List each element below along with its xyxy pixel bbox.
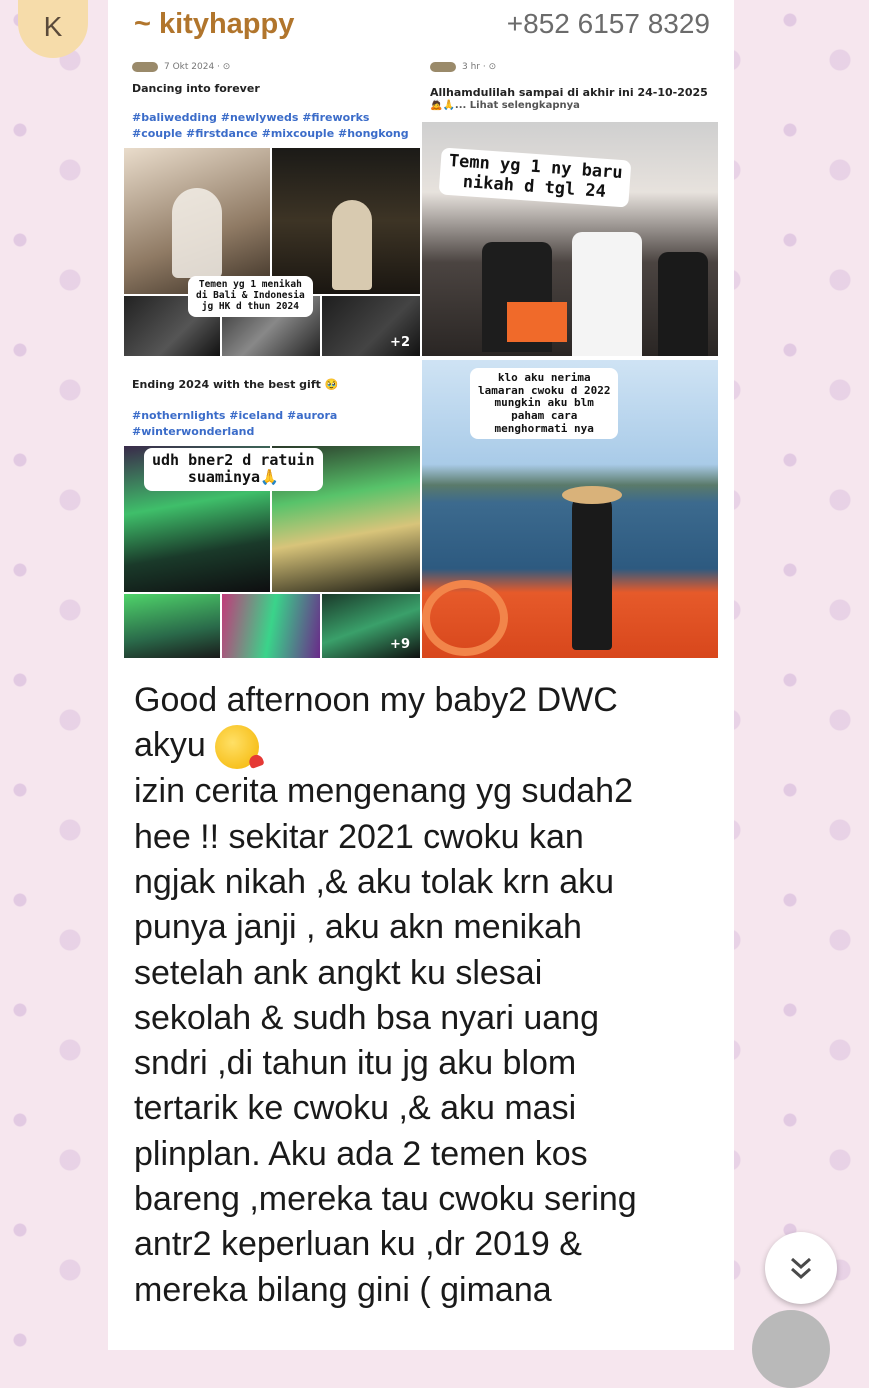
- message-bubble[interactable]: ~ kityhappy +852 6157 8329 7 Okt 2024 · …: [108, 0, 734, 1350]
- bottom-action-button[interactable]: [752, 1310, 830, 1388]
- post-date: 7 Okt 2024 · ⊙: [164, 62, 231, 72]
- double-chevron-down-icon: [791, 1257, 811, 1280]
- message-text: Good afternoon my baby2 DWC akyu izin ce…: [134, 678, 714, 1313]
- post-caption: Ending 2024 with the best gift 🥹: [132, 378, 339, 391]
- post-date: 3 hr · ⊙: [462, 62, 497, 72]
- collage-post-wedding: 7 Okt 2024 · ⊙ Dancing into forever #bal…: [124, 58, 420, 356]
- message-line-2: akyu: [134, 726, 206, 765]
- scroll-to-bottom-button[interactable]: [765, 1232, 837, 1304]
- post-caption-more[interactable]: 🙇🙏... Lihat selengkapnya: [430, 100, 580, 111]
- mini-avatar: [430, 62, 456, 72]
- post-caption: Dancing into forever: [132, 82, 260, 95]
- collage-post-boat: klo aku nerima lamaran cwoku d 2022 mung…: [422, 360, 718, 658]
- photo-overlay-text: Temen yg 1 menikah di Bali & Indonesia j…: [188, 276, 313, 317]
- photo-overlay-text: udh bner2 d ratuin suaminya🙏: [144, 448, 323, 491]
- message-line-1: Good afternoon my baby2 DWC: [134, 681, 618, 719]
- more-photos-count: +2: [390, 335, 410, 350]
- aurora-photo-4: [222, 594, 320, 658]
- sender-name[interactable]: ~ kityhappy: [134, 8, 294, 41]
- post-meta: 7 Okt 2024 · ⊙: [132, 62, 230, 72]
- sender-phone[interactable]: +852 6157 8329: [507, 8, 710, 40]
- mini-avatar: [132, 62, 158, 72]
- post-tags: #baliwedding #newlyweds #fireworks #coup…: [132, 110, 409, 142]
- wedding-photo-5: +2: [322, 296, 420, 356]
- aurora-photo-5: +9: [322, 594, 420, 658]
- collage-post-aurora: Ending 2024 with the best gift 🥹 #nother…: [124, 360, 420, 658]
- more-photos-count: +9: [390, 637, 410, 652]
- post-tags: #nothernlights #iceland #aurora #winterw…: [132, 408, 337, 440]
- tags-line: #baliwedding #newlyweds #fireworks: [132, 111, 370, 124]
- kissing-face-with-heart-icon: [215, 725, 260, 770]
- wedding-photo-2: [272, 148, 420, 294]
- tags-line: #winterwonderland: [132, 425, 255, 438]
- aurora-photo-3: [124, 594, 220, 658]
- photo-overlay-text: klo aku nerima lamaran cwoku d 2022 mung…: [470, 368, 619, 440]
- post-caption: Allhamdulilah sampai di akhir ini 24-10-…: [430, 86, 708, 99]
- post-meta: 3 hr · ⊙: [430, 62, 496, 72]
- tags-line: #nothernlights #iceland #aurora: [132, 409, 338, 422]
- wedding-photo-1: [124, 148, 270, 294]
- message-body: izin cerita mengenang yg sudah2 hee !! s…: [134, 772, 637, 1309]
- collage-post-wedding-friend: 3 hr · ⊙ Allhamdulilah sampai di akhir i…: [422, 58, 718, 356]
- avatar-letter: K: [43, 11, 63, 42]
- image-collage[interactable]: 7 Okt 2024 · ⊙ Dancing into forever #bal…: [124, 58, 718, 658]
- tags-line: #couple #firstdance #mixcouple #hongkong: [132, 127, 409, 140]
